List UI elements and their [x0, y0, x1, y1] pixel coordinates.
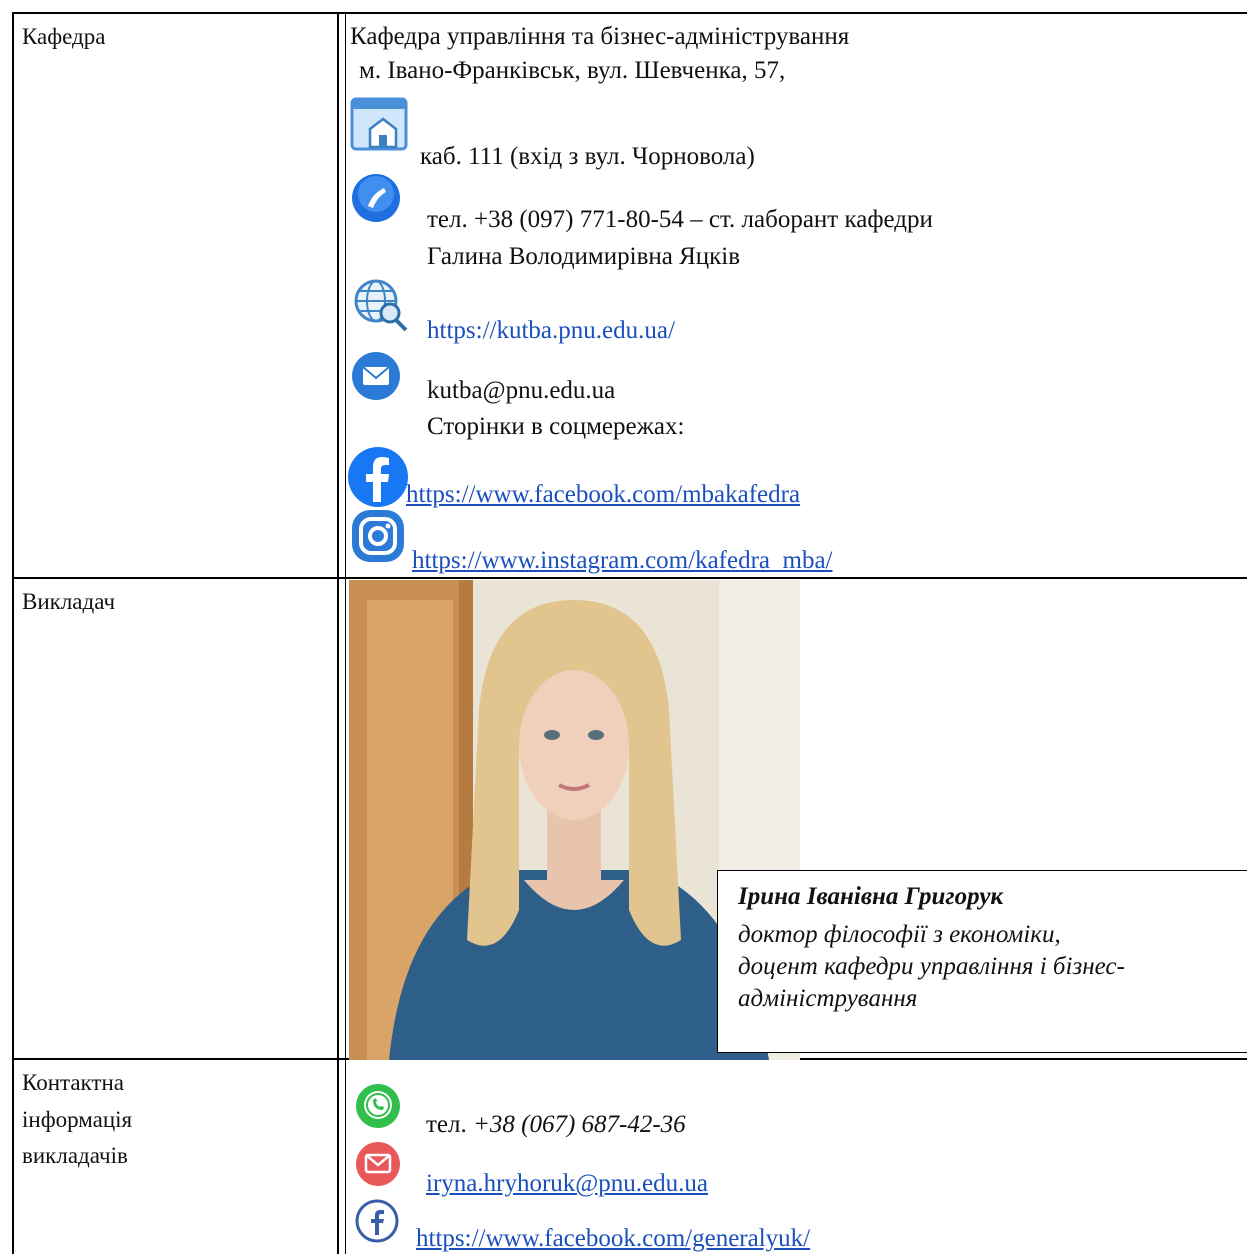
department-label: Кафедра	[22, 24, 106, 49]
department-address: м. Івано-Франківськ, вул. Шевченка, 57,	[359, 57, 786, 84]
whatsapp-icon	[354, 1082, 402, 1135]
teacher-caption: Ірина Іванівна Григорук доктор філософії…	[717, 870, 1247, 1053]
teacher-position: доцент кафедри управління і бізнес-	[738, 953, 1125, 980]
department-phone: тел. +38 (097) 771-80-54 – ст. лаборант …	[427, 206, 933, 233]
facebook-icon	[347, 446, 409, 513]
phone-icon	[350, 172, 402, 229]
department-email: kutba@pnu.edu.ua	[427, 377, 616, 404]
table-column-divider	[337, 12, 339, 1254]
globe-search-icon	[352, 277, 410, 338]
department-room: каб. 111 (вхід з вул. Чорновола)	[420, 143, 755, 170]
department-facebook-link[interactable]: https://www.facebook.com/mbakafedra	[406, 478, 800, 512]
teacher-label: Викладач	[22, 589, 116, 614]
teacher-phone-prefix: тел.	[426, 1111, 467, 1138]
table-column-divider-inner	[345, 12, 346, 1254]
department-website-link[interactable]: https://kutba.pnu.edu.ua/	[427, 314, 675, 348]
contacts-label-line3: викладачів	[22, 1143, 128, 1168]
mail-icon	[354, 1140, 402, 1193]
department-name: Кафедра управління та бізнес-адмініструв…	[350, 23, 850, 50]
teacher-position-cont: адміністрування	[738, 985, 918, 1012]
table-border-left	[12, 12, 14, 1254]
teacher-email-link[interactable]: iryna.hryhoruk@pnu.edu.ua	[426, 1167, 708, 1201]
teacher-degree: доктор філософії з економіки,	[738, 921, 1061, 948]
social-heading: Сторінки в соцмережах:	[427, 413, 685, 440]
contacts-label-line2: інформація	[22, 1107, 133, 1132]
department-phone-person: Галина Володимирівна Яцків	[427, 243, 741, 270]
facebook-outline-icon	[354, 1198, 400, 1249]
contacts-label-line1: Контактна	[22, 1070, 124, 1095]
department-instagram-link[interactable]: https://www.instagram.com/kafedra_mba/	[412, 544, 833, 578]
teacher-name: Ірина Іванівна Григорук	[738, 883, 1004, 910]
teacher-phone-number: +38 (067) 687-42-36	[473, 1111, 686, 1138]
teacher-phone: тел. +38 (067) 687-42-36	[426, 1108, 686, 1142]
instagram-icon	[350, 508, 406, 569]
table-border-top	[12, 12, 1247, 14]
envelope-icon	[350, 350, 402, 407]
teacher-facebook-link[interactable]: https://www.facebook.com/generalyuk/	[416, 1222, 810, 1256]
building-home-icon	[350, 97, 410, 162]
